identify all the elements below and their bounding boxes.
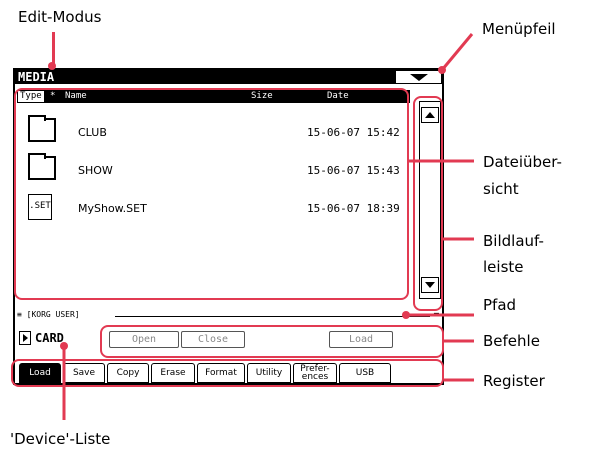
callout-edit-mode: Edit-Modus [18, 8, 102, 26]
callout-scrollbar-2: leiste [483, 258, 524, 276]
callout-path: Pfad [483, 296, 517, 314]
callout-file-view-1: Dateiüber- [483, 153, 562, 171]
device-list-dot [60, 342, 68, 350]
callout-menu-arrow: Menüpfeil [482, 20, 556, 38]
menu-arrow-dot [438, 66, 446, 74]
callout-register: Register [483, 372, 545, 390]
path-dot [402, 311, 410, 319]
callout-file-view-2: sicht [483, 180, 519, 198]
callout-scrollbar-1: Bildlauf- [483, 232, 544, 250]
callout-device-list: 'Device'-Liste [10, 430, 111, 448]
callout-commands: Befehle [483, 332, 540, 350]
menu-arrow-leader [440, 33, 474, 71]
